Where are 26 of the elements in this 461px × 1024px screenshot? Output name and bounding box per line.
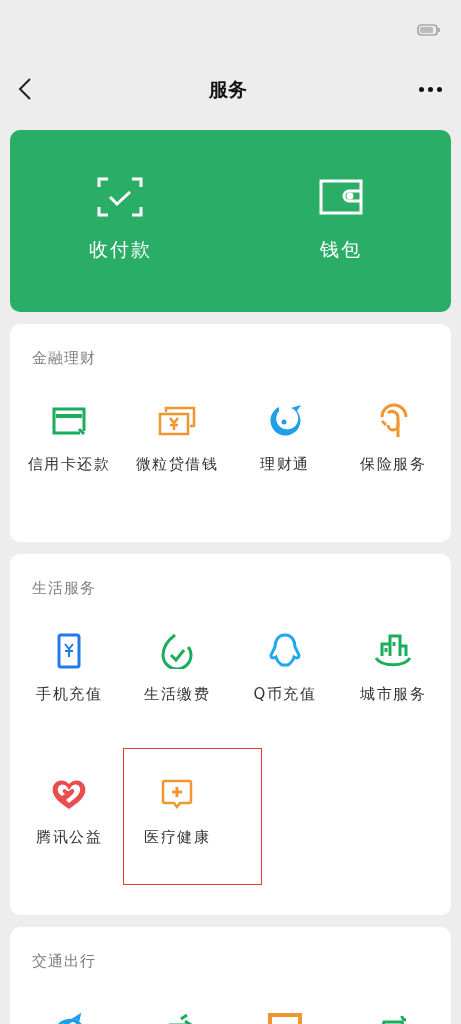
section-title: 交通出行 xyxy=(32,952,96,970)
service-item[interactable]: 医疗健康 xyxy=(123,750,231,893)
check-icon xyxy=(161,633,193,669)
battery-icon xyxy=(417,24,441,36)
fish-icon xyxy=(267,403,303,439)
heart-icon xyxy=(51,777,87,811)
service-item[interactable]: 城市服务 xyxy=(339,607,447,750)
service-item[interactable]: 手机充值 xyxy=(15,607,123,750)
service-item[interactable]: 腾讯公益 xyxy=(15,750,123,893)
service-item[interactable]: 信用卡还款 xyxy=(15,377,123,520)
page-title: 服务 xyxy=(208,76,247,102)
phone-icon xyxy=(57,633,81,669)
service-item[interactable]: 生活缴费 xyxy=(123,607,231,750)
wallet-icon xyxy=(318,179,363,215)
medical-icon xyxy=(161,779,193,809)
penguin-icon xyxy=(269,633,301,669)
service-item[interactable]: 微粒贷借钱 xyxy=(123,377,231,520)
service-item[interactable]: 理财通 xyxy=(231,377,339,520)
service-item[interactable]: 保险服务 xyxy=(339,377,447,520)
service-item[interactable]: Q币充值 xyxy=(231,607,339,750)
cash-icon xyxy=(158,406,196,436)
section-title: 生活服务 xyxy=(32,579,96,597)
section-title: 金融理财 xyxy=(32,349,96,367)
city-icon xyxy=(374,634,412,668)
card-icon xyxy=(52,407,86,435)
scan-icon xyxy=(97,177,144,217)
